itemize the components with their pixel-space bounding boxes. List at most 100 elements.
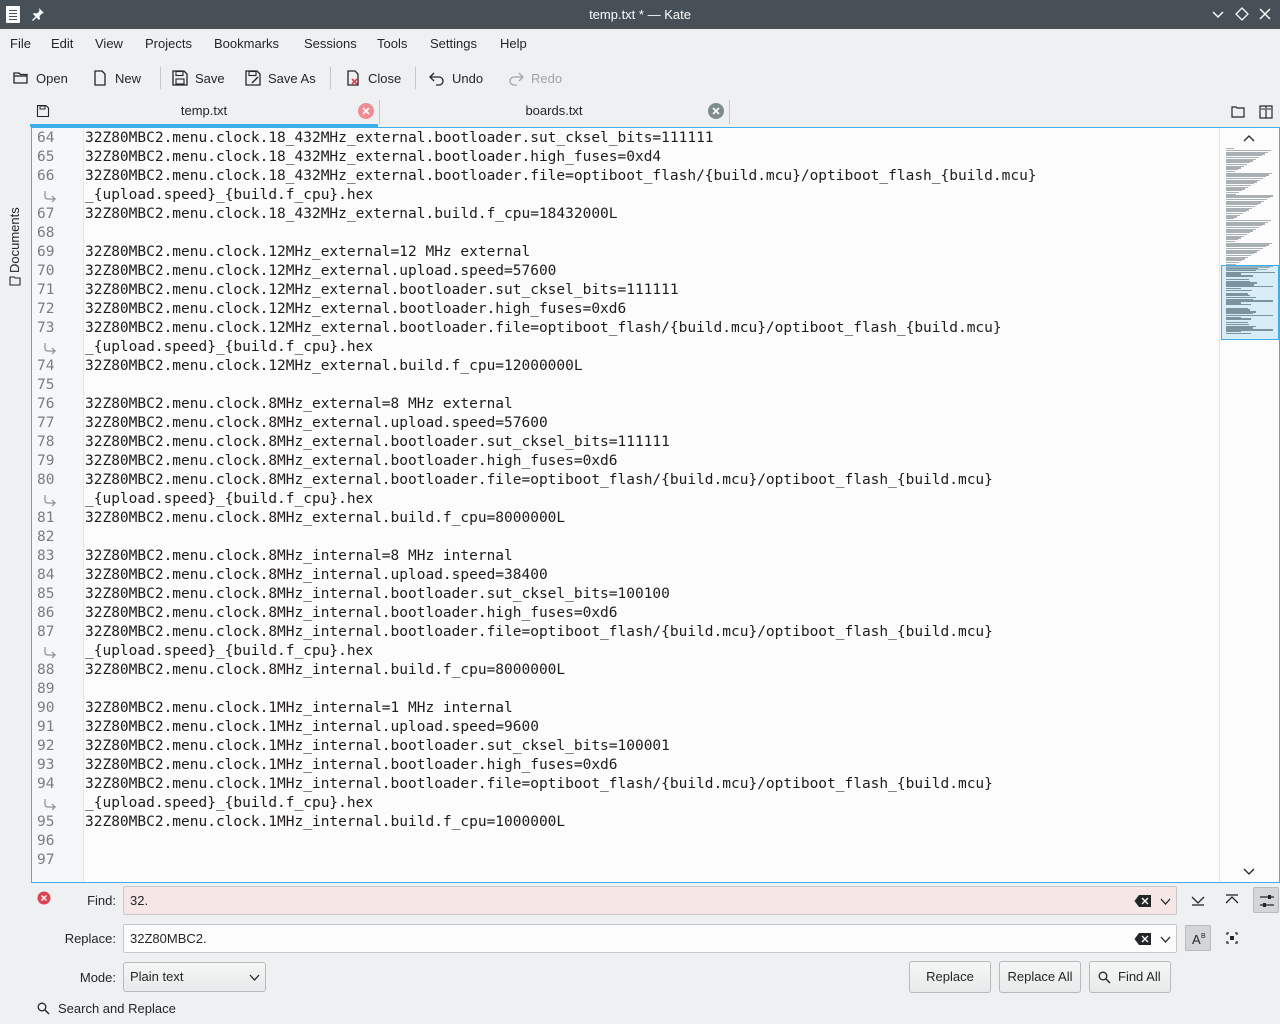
mode-label: Mode: xyxy=(79,970,116,985)
documents-tab[interactable]: Documents xyxy=(7,207,22,273)
replace-input[interactable]: 32Z80MBC2. xyxy=(123,924,1177,953)
close-tab-icon[interactable] xyxy=(358,103,374,119)
scroll-up-icon[interactable] xyxy=(1242,132,1256,144)
scroll-down-icon[interactable] xyxy=(1242,866,1256,878)
code-line[interactable]: 81 32Z80MBC2.menu.clock.8MHz_external.bui… xyxy=(32,509,1217,528)
wrapped-line[interactable]: _{upload.speed}_{build.f_cpu}.hex xyxy=(32,338,1217,357)
code-line[interactable]: 69 32Z80MBC2.menu.clock.12MHz_external=12… xyxy=(32,243,1217,262)
wrapped-line[interactable]: _{upload.speed}_{build.f_cpu}.hex xyxy=(32,642,1217,661)
line-number: 87 xyxy=(37,624,55,640)
code-line[interactable]: 94 32Z80MBC2.menu.clock.1MHz_internal.boo… xyxy=(32,775,1217,794)
save-as-button[interactable]: Save As xyxy=(244,64,316,92)
code-line[interactable]: 91 32Z80MBC2.menu.clock.1MHz_internal.upl… xyxy=(32,718,1217,737)
code-line[interactable]: 72 32Z80MBC2.menu.clock.12MHz_external.bo… xyxy=(32,300,1217,319)
line-number: 65 xyxy=(37,149,55,165)
code-line[interactable]: 64 32Z80MBC2.menu.clock.18_432MHz_externa… xyxy=(32,129,1217,148)
code-line[interactable]: 73 32Z80MBC2.menu.clock.12MHz_external.bo… xyxy=(32,319,1217,338)
menu-sessions[interactable]: Sessions xyxy=(304,29,357,59)
redo-button[interactable]: Redo xyxy=(507,64,562,92)
menu-tools[interactable]: Tools xyxy=(377,29,407,59)
code-line[interactable]: 66 32Z80MBC2.menu.clock.18_432MHz_externa… xyxy=(32,167,1217,186)
code-line[interactable]: 75 xyxy=(32,376,1217,395)
code-line[interactable]: 88 32Z80MBC2.menu.clock.8MHz_internal.bui… xyxy=(32,661,1217,680)
selection-only-button[interactable] xyxy=(1219,925,1245,951)
wrapped-line[interactable]: _{upload.speed}_{build.f_cpu}.hex xyxy=(32,186,1217,205)
code-line[interactable]: 68 xyxy=(32,224,1217,243)
code-line[interactable]: 76 32Z80MBC2.menu.clock.8MHz_external=8 M… xyxy=(32,395,1217,414)
line-number: 93 xyxy=(37,757,55,773)
code-line[interactable]: 92 32Z80MBC2.menu.clock.1MHz_internal.boo… xyxy=(32,737,1217,756)
find-next-button[interactable] xyxy=(1185,887,1211,913)
tab-label: boards.txt xyxy=(525,103,583,118)
menu-settings[interactable]: Settings xyxy=(430,29,477,59)
code-line[interactable]: 65 32Z80MBC2.menu.clock.18_432MHz_externa… xyxy=(32,148,1217,167)
search-replace-tool-label[interactable]: Search and Replace xyxy=(58,1001,176,1016)
line-text: 32Z80MBC2.menu.clock.12MHz_external.uplo… xyxy=(85,263,557,279)
code-line[interactable]: 96 xyxy=(32,832,1217,851)
undo-button[interactable]: Undo xyxy=(428,64,483,92)
tab-boards-txt[interactable]: boards.txt xyxy=(380,97,728,127)
minimize-icon[interactable] xyxy=(1210,6,1226,22)
menu-projects[interactable]: Projects xyxy=(145,29,192,59)
code-line[interactable]: 86 32Z80MBC2.menu.clock.8MHz_internal.boo… xyxy=(32,604,1217,623)
code-line[interactable]: 74 32Z80MBC2.menu.clock.12MHz_external.bu… xyxy=(32,357,1217,376)
wrapped-line[interactable]: _{upload.speed}_{build.f_cpu}.hex xyxy=(32,794,1217,813)
save-button[interactable]: Save xyxy=(171,64,225,92)
code-line[interactable]: 67 32Z80MBC2.menu.clock.18_432MHz_externa… xyxy=(32,205,1217,224)
menu-file[interactable]: File xyxy=(10,29,31,59)
code-line[interactable]: 79 32Z80MBC2.menu.clock.8MHz_external.boo… xyxy=(32,452,1217,471)
code-line[interactable]: 89 xyxy=(32,680,1217,699)
clear-replace-icon[interactable] xyxy=(1134,932,1152,946)
wrapped-line[interactable]: _{upload.speed}_{build.f_cpu}.hex xyxy=(32,490,1217,509)
find-previous-button[interactable] xyxy=(1219,887,1245,913)
selection-only-icon xyxy=(1226,932,1238,944)
code-line[interactable]: 87 32Z80MBC2.menu.clock.8MHz_internal.boo… xyxy=(32,623,1217,642)
line-number: 83 xyxy=(37,548,55,564)
code-line[interactable]: 93 32Z80MBC2.menu.clock.1MHz_internal.boo… xyxy=(32,756,1217,775)
mode-select[interactable]: Plain text xyxy=(123,962,266,992)
menu-view[interactable]: View xyxy=(95,29,123,59)
menu-help[interactable]: Help xyxy=(500,29,527,59)
code-line[interactable]: 70 32Z80MBC2.menu.clock.12MHz_external.up… xyxy=(32,262,1217,281)
new-button[interactable]: New xyxy=(91,64,141,92)
search-options-button[interactable] xyxy=(1253,887,1279,913)
wrap-indicator-icon xyxy=(44,647,56,659)
clear-find-icon[interactable] xyxy=(1134,894,1152,908)
close-button[interactable]: Close xyxy=(344,64,401,92)
text-editor[interactable]: 64 32Z80MBC2.menu.clock.18_432MHz_externa… xyxy=(31,127,1280,883)
maximize-icon[interactable] xyxy=(1234,6,1250,22)
minimap-scrollbar[interactable] xyxy=(1219,128,1279,882)
chevron-down-icon[interactable] xyxy=(1160,934,1171,945)
tab-temp-txt[interactable]: temp.txt xyxy=(30,97,378,127)
tab-divider xyxy=(729,100,730,124)
close-window-icon[interactable] xyxy=(1257,6,1273,22)
code-line[interactable]: 97 xyxy=(32,851,1217,870)
replace-button[interactable]: Replace xyxy=(909,961,991,993)
mode-value: Plain text xyxy=(130,969,184,984)
replace-all-button[interactable]: Replace All xyxy=(999,961,1081,993)
line-text: 32Z80MBC2.menu.clock.1MHz_internal.bootl… xyxy=(85,757,618,773)
line-number: 90 xyxy=(37,700,55,716)
code-line[interactable]: 83 32Z80MBC2.menu.clock.8MHz_internal=8 M… xyxy=(32,547,1217,566)
code-line[interactable]: 90 32Z80MBC2.menu.clock.1MHz_internal=1 M… xyxy=(32,699,1217,718)
code-line[interactable]: 77 32Z80MBC2.menu.clock.8MHz_external.upl… xyxy=(32,414,1217,433)
code-line[interactable]: 85 32Z80MBC2.menu.clock.8MHz_internal.boo… xyxy=(32,585,1217,604)
find-all-button[interactable]: Find All xyxy=(1089,961,1171,993)
open-button[interactable]: Open xyxy=(12,64,68,92)
code-line[interactable]: 95 32Z80MBC2.menu.clock.1MHz_internal.bui… xyxy=(32,813,1217,832)
code-line[interactable]: 82 xyxy=(32,528,1217,547)
quick-open-icon[interactable] xyxy=(1230,104,1246,120)
match-case-button[interactable]: AB xyxy=(1185,925,1211,951)
code-line[interactable]: 78 32Z80MBC2.menu.clock.8MHz_external.boo… xyxy=(32,433,1217,452)
chevron-down-icon[interactable] xyxy=(1160,896,1171,907)
split-view-icon[interactable] xyxy=(1258,104,1274,120)
line-text: 32Z80MBC2.menu.clock.12MHz_external.boot… xyxy=(85,282,679,298)
find-input[interactable]: 32. xyxy=(123,886,1177,915)
minimap-viewport[interactable] xyxy=(1221,265,1279,340)
code-line[interactable]: 71 32Z80MBC2.menu.clock.12MHz_external.bo… xyxy=(32,281,1217,300)
close-tab-icon[interactable] xyxy=(708,103,724,119)
code-line[interactable]: 80 32Z80MBC2.menu.clock.8MHz_external.boo… xyxy=(32,471,1217,490)
code-line[interactable]: 84 32Z80MBC2.menu.clock.8MHz_internal.upl… xyxy=(32,566,1217,585)
menu-edit[interactable]: Edit xyxy=(51,29,73,59)
menu-bookmarks[interactable]: Bookmarks xyxy=(214,29,279,59)
